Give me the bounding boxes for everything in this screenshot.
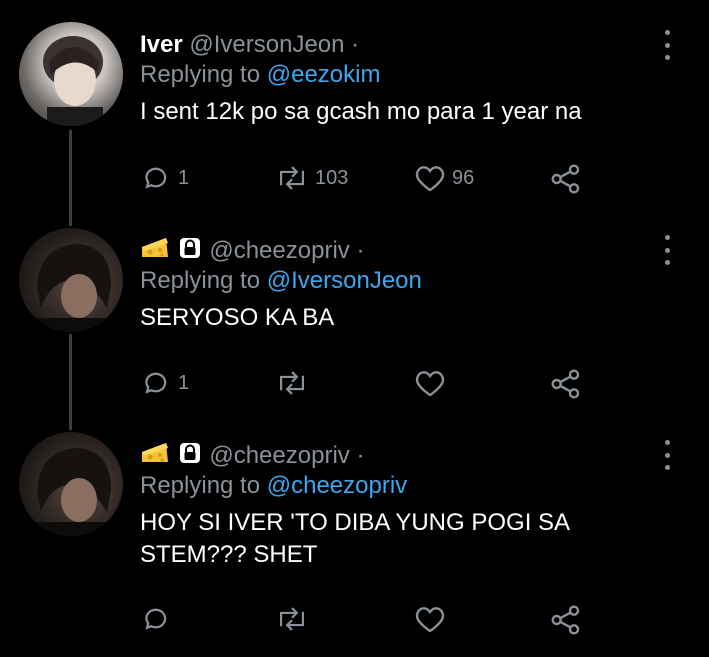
replying-to: Replying to @IversonJeon <box>140 267 422 294</box>
display-name[interactable] <box>140 442 209 469</box>
share-icon <box>551 164 580 194</box>
display-name[interactable] <box>140 237 209 264</box>
reply-count: 1 <box>178 371 190 394</box>
tweet[interactable]: @cheezopriv · Replying to @IversonJeon S… <box>140 235 679 334</box>
like-button[interactable] <box>414 604 446 634</box>
lock-icon <box>179 443 200 463</box>
tweet-text: I sent 12k po sa gcash mo para 1 year na <box>140 98 582 125</box>
reply-button[interactable]: 1 <box>142 163 189 193</box>
tweet[interactable]: @cheezopriv · Replying to @cheezopriv HO… <box>140 440 679 571</box>
thread-line <box>69 130 72 226</box>
share-button[interactable] <box>550 368 582 400</box>
reply-count: 1 <box>178 166 190 189</box>
reply-button[interactable] <box>142 604 172 634</box>
tweet-text: HOY SI IVER 'TO DIBA YUNG POGI SA STEM??… <box>140 509 569 568</box>
avatar[interactable] <box>19 22 123 126</box>
separator-dot: · <box>351 31 360 58</box>
retweet-icon <box>279 166 305 190</box>
share-icon <box>551 605 580 635</box>
thread-line <box>69 334 72 430</box>
retweet-button[interactable] <box>275 604 309 634</box>
more-options-icon[interactable] <box>655 235 679 265</box>
replying-to-link[interactable]: @cheezopriv <box>267 472 407 499</box>
lock-icon <box>179 238 200 258</box>
heart-icon <box>415 607 445 633</box>
retweet-icon <box>279 607 305 631</box>
reply-button[interactable]: 1 <box>142 368 189 398</box>
separator-dot: · <box>356 237 365 264</box>
heart-icon <box>415 371 445 397</box>
tweet[interactable]: Iver @IversonJeon · Replying to @eezokim… <box>140 30 679 128</box>
retweet-icon <box>279 371 305 395</box>
replying-to: Replying to @eezokim <box>140 61 381 88</box>
replying-to: Replying to @cheezopriv <box>140 472 408 499</box>
share-button[interactable] <box>550 163 582 195</box>
share-icon <box>551 369 580 399</box>
handle[interactable]: @cheezopriv <box>209 442 349 469</box>
separator-dot: · <box>356 442 365 469</box>
cheese-emoji <box>142 238 168 257</box>
retweet-count: 103 <box>315 166 349 189</box>
more-options-icon[interactable] <box>655 30 679 60</box>
replying-to-link[interactable]: @IversonJeon <box>267 267 422 294</box>
reply-icon <box>145 608 167 630</box>
reply-icon <box>145 167 167 189</box>
tweet-text: SERYOSO KA BA <box>140 304 335 331</box>
avatar[interactable] <box>19 432 123 536</box>
like-button[interactable]: 96 <box>414 163 474 193</box>
handle[interactable]: @IversonJeon <box>189 31 344 58</box>
share-button[interactable] <box>550 604 582 636</box>
like-button[interactable] <box>414 368 446 398</box>
retweet-button[interactable] <box>275 368 309 398</box>
replying-to-link[interactable]: @eezokim <box>267 61 381 88</box>
cheese-emoji <box>142 443 168 462</box>
reply-icon <box>145 372 167 394</box>
display-name[interactable]: Iver <box>140 31 183 58</box>
avatar[interactable] <box>19 228 123 332</box>
like-count: 96 <box>452 166 475 189</box>
retweet-button[interactable]: 103 <box>275 163 348 193</box>
heart-icon <box>415 166 445 192</box>
more-options-icon[interactable] <box>655 440 679 470</box>
handle[interactable]: @cheezopriv <box>209 237 349 264</box>
